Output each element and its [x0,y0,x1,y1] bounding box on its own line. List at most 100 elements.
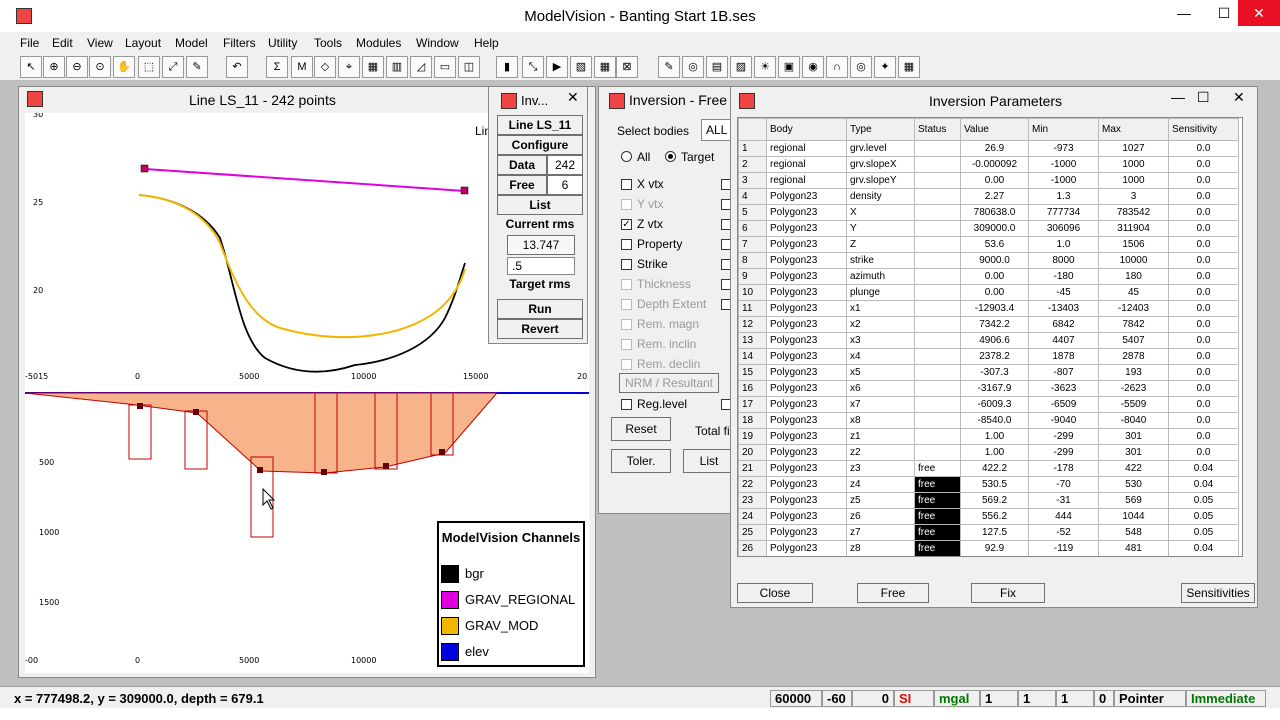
table-cell[interactable]: 3 [1098,188,1169,205]
table-cell[interactable]: z2 [846,444,915,461]
table-cell[interactable]: 2378.2 [960,348,1029,365]
table-cell[interactable] [914,284,961,301]
table-cell[interactable]: -119 [1028,540,1099,556]
toolbar-tool-20-icon[interactable]: ▶ [546,56,568,78]
free-button[interactable]: Free [857,583,929,603]
table-cell[interactable] [914,156,961,173]
table-row[interactable]: 10 Polygon23 plunge 0.00 -45 45 0.0 [738,284,1239,301]
table-cell[interactable]: free [914,524,961,541]
vertex-node[interactable] [321,469,327,475]
table-cell[interactable]: 9000.0 [960,252,1029,269]
table-cell[interactable]: Polygon23 [766,188,847,205]
table-cell[interactable]: 2878 [1098,348,1169,365]
table-cell[interactable]: 0.00 [960,172,1029,189]
table-cell[interactable] [914,172,961,189]
check-rem-declin[interactable] [621,359,632,370]
close-button[interactable]: Close [737,583,813,603]
regional-node[interactable] [140,164,149,173]
table-cell[interactable] [914,380,961,397]
table-cell[interactable]: 0.0 [1168,204,1239,221]
table-cell[interactable]: 0.0 [1168,412,1239,429]
table-cell[interactable]: 1000 [1098,156,1169,173]
table-row[interactable]: 20 Polygon23 z2 1.00 -299 301 0.0 [738,444,1239,461]
table-cell[interactable]: 0.05 [1168,508,1239,525]
reset-button[interactable]: Reset [611,417,671,441]
table-cell[interactable]: Polygon23 [766,332,847,349]
minimize-icon[interactable]: — [1164,0,1204,26]
table-cell[interactable]: 8000 [1028,252,1099,269]
table-row[interactable]: 23 Polygon23 z5 free 569.2 -31 569 0.05 [738,492,1239,509]
table-cell[interactable]: -70 [1028,476,1099,493]
table-row[interactable]: 8 Polygon23 strike 9000.0 8000 10000 0.0 [738,252,1239,269]
table-cell[interactable]: -6509 [1028,396,1099,413]
table-cell[interactable]: -8540.0 [960,412,1029,429]
table-cell[interactable]: 7342.2 [960,316,1029,333]
table-row[interactable]: 4 Polygon23 density 2.27 1.3 3 0.0 [738,188,1239,205]
table-cell[interactable]: Polygon23 [766,428,847,445]
toler-button[interactable]: Toler. [611,449,671,473]
fix-button[interactable]: Fix [971,583,1045,603]
toolbar-tool-31-icon[interactable]: ∩ [826,56,848,78]
table-cell[interactable]: 569.2 [960,492,1029,509]
table-cell[interactable]: -299 [1028,428,1099,445]
table-cell[interactable]: 783542 [1098,204,1169,221]
table-cell[interactable]: x3 [846,332,915,349]
table-row[interactable]: 18 Polygon23 x8 -8540.0 -9040 -8040 0.0 [738,412,1239,429]
table-cell[interactable]: Polygon23 [766,540,847,556]
table-cell[interactable]: 309000.0 [960,220,1029,237]
table-cell[interactable]: Polygon23 [766,348,847,365]
table-cell[interactable] [914,444,961,461]
table-row[interactable]: 6 Polygon23 Y 309000.0 306096 311904 0.0 [738,220,1239,237]
toolbar-tool-30-icon[interactable]: ◉ [802,56,824,78]
table-cell[interactable]: -807 [1028,364,1099,381]
table-cell[interactable]: Polygon23 [766,220,847,237]
table-cell[interactable] [914,396,961,413]
menu-window[interactable]: Window [416,36,459,50]
toolbar-tool-15-icon[interactable]: ◿ [410,56,432,78]
column-header[interactable]: Type [846,118,915,141]
table-cell[interactable]: density [846,188,915,205]
table-cell[interactable]: regional [766,172,847,189]
table-cell[interactable]: -9040 [1028,412,1099,429]
toolbar-tool-22-icon[interactable]: ▦ [594,56,616,78]
table-cell[interactable]: 10000 [1098,252,1169,269]
table-cell[interactable]: 0.0 [1168,172,1239,189]
table-cell[interactable]: z3 [846,460,915,477]
table-cell[interactable]: free [914,460,961,477]
table-cell[interactable]: Polygon23 [766,476,847,493]
table-cell[interactable]: 193 [1098,364,1169,381]
table-cell[interactable]: 0.0 [1168,300,1239,317]
table-cell[interactable] [914,268,961,285]
table-row[interactable]: 5 Polygon23 X 780638.0 777734 783542 0.0 [738,204,1239,221]
table-cell[interactable]: 0.0 [1168,236,1239,253]
line-select-button[interactable]: Line LS_11 [497,115,583,135]
close-icon[interactable]: ✕ [567,89,579,106]
table-row[interactable]: 12 Polygon23 x2 7342.2 6842 7842 0.0 [738,316,1239,333]
table-cell[interactable]: -52 [1028,524,1099,541]
table-cell[interactable]: Polygon23 [766,300,847,317]
table-cell[interactable]: 1.00 [960,428,1029,445]
table-cell[interactable] [914,300,961,317]
table-cell[interactable]: 0.00 [960,268,1029,285]
radio-target[interactable] [665,151,676,162]
column-header[interactable]: Status [914,118,961,141]
toolbar-tool-16-icon[interactable]: ▭ [434,56,456,78]
table-row[interactable]: 16 Polygon23 x6 -3167.9 -3623 -2623 0.0 [738,380,1239,397]
table-cell[interactable]: -45 [1028,284,1099,301]
toolbar-tool-9-icon[interactable]: Σ [266,56,288,78]
table-cell[interactable]: 0.00 [960,284,1029,301]
table-row[interactable]: 1 regional grv.level 26.9 -973 1027 0.0 [738,140,1239,157]
toolbar-tool-29-icon[interactable]: ▣ [778,56,800,78]
table-cell[interactable]: 4407 [1028,332,1099,349]
table-cell[interactable]: 0.05 [1168,492,1239,509]
table-cell[interactable]: Polygon23 [766,460,847,477]
table-cell[interactable]: 301 [1098,444,1169,461]
table-cell[interactable]: free [914,508,961,525]
table-cell[interactable]: 0.0 [1168,380,1239,397]
table-cell[interactable]: x2 [846,316,915,333]
table-cell[interactable]: 0.0 [1168,284,1239,301]
table-cell[interactable]: 0.0 [1168,428,1239,445]
table-cell[interactable]: 0.0 [1168,252,1239,269]
table-cell[interactable]: -180 [1028,268,1099,285]
table-cell[interactable]: 53.6 [960,236,1029,253]
